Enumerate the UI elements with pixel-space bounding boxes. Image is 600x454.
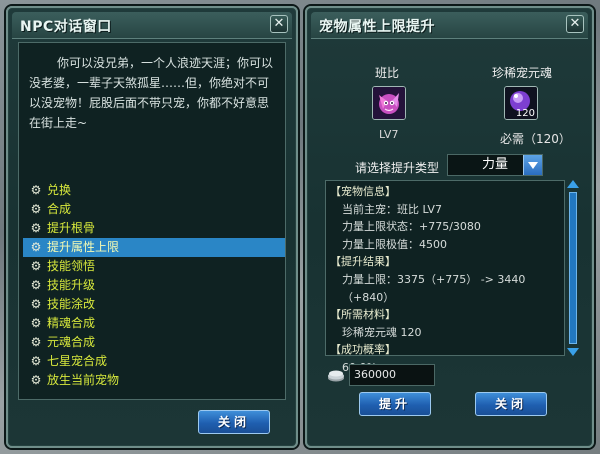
upgrade-type-value: 力量: [482, 157, 509, 172]
upgrade-button[interactable]: 提升: [359, 392, 431, 416]
pet-upgrade-title: 宠物属性上限提升: [319, 19, 435, 35]
npc-dialog-close-icon[interactable]: ✕: [270, 15, 288, 33]
info-value-line: 当前主宠：班比 LV7: [342, 202, 442, 216]
gear-icon: ⚙: [30, 240, 42, 254]
gear-icon: ⚙: [30, 278, 42, 292]
pet-name: 班比: [374, 66, 399, 80]
info-section-header: 【所需材料】: [330, 308, 396, 322]
npc-dialog-titlebar[interactable]: NPC对话窗口 ✕: [12, 12, 292, 39]
npc-option-label: 技能领悟: [47, 259, 96, 273]
npc-dialog-content: 你可以没兄弟，一个人浪迹天涯；你可以没老婆，一辈子天煞孤星……但，你绝对不可以没…: [18, 42, 286, 400]
npc-option-label: 放生当前宠物: [47, 373, 120, 387]
money-amount: 360000: [349, 364, 435, 386]
npc-option-5[interactable]: ⚙ 技能升级: [23, 276, 285, 295]
gear-icon: ⚙: [30, 202, 42, 216]
info-scrollbar[interactable]: [567, 180, 579, 356]
scroll-thumb[interactable]: [569, 192, 577, 344]
npc-option-label: 七星宠合成: [47, 354, 108, 368]
pet-upgrade-titlebar[interactable]: 宠物属性上限提升 ✕: [311, 12, 588, 39]
npc-option-label: 技能升级: [47, 278, 96, 292]
gear-icon: ⚙: [30, 354, 42, 368]
info-value-line: 力量上限：3375（+775） -> 3440（+840）: [342, 272, 526, 304]
npc-option-0[interactable]: ⚙ 兑换: [23, 181, 285, 200]
upgrade-info-box: 【宠物信息】当前主宠：班比 LV7 力量上限状态：+775/3080 力量上限极值：…: [325, 180, 565, 374]
upgrade-info-text: 【宠物信息】当前主宠：班比 LV7 力量上限状态：+775/3080 力量上限极值：…: [330, 183, 564, 377]
npc-dialog-title: NPC对话窗口: [20, 19, 112, 35]
gear-icon: ⚙: [30, 297, 42, 311]
npc-dialog-window: NPC对话窗口 ✕ 你可以没兄弟，一个人浪迹天涯；你可以没老婆，一辈子天煞孤星……: [6, 6, 298, 448]
gear-icon: ⚙: [30, 316, 42, 330]
material-requirement: 必需（120）: [500, 132, 571, 146]
info-section-header: 【宠物信息】: [330, 185, 396, 198]
chevron-down-icon[interactable]: [523, 155, 542, 175]
npc-option-label: 合成: [47, 202, 72, 216]
npc-option-label: 提升属性上限: [47, 240, 120, 254]
purple-orb-icon[interactable]: 120: [504, 86, 538, 120]
upgrade-type-label: 请选择提升类型: [355, 161, 440, 175]
npc-option-6[interactable]: ⚙ 技能涂改: [23, 295, 285, 314]
npc-option-label: 元魂合成: [47, 335, 96, 349]
pet-level: LV7: [379, 128, 399, 141]
pet-upgrade-close-button[interactable]: 关闭: [475, 392, 547, 416]
info-section-header: 【提升结果】: [330, 255, 396, 269]
scroll-up-icon[interactable]: [567, 180, 579, 188]
info-value-line: 珍稀宠元魂 120: [342, 325, 422, 339]
pet-upgrade-close-icon[interactable]: ✕: [566, 15, 584, 33]
npc-intro-text: 你可以没兄弟，一个人浪迹天涯；你可以没老婆，一辈子天煞孤星……但，你绝对不可以没…: [29, 56, 274, 130]
npc-option-7[interactable]: ⚙ 精魂合成: [23, 314, 285, 333]
info-value-line: 力量上限状态：+775/3080: [342, 220, 481, 234]
gear-icon: ⚙: [30, 335, 42, 349]
material-name: 珍稀宠元魂: [491, 66, 552, 80]
npc-option-3[interactable]: ⚙ 提升属性上限: [23, 238, 285, 257]
gear-icon: ⚙: [30, 259, 42, 273]
info-value-line: 力量上限极值：4500: [342, 237, 447, 251]
npc-option-label: 精魂合成: [47, 316, 96, 330]
npc-option-10[interactable]: ⚙ 放生当前宠物: [23, 371, 285, 390]
gear-icon: ⚙: [30, 221, 42, 235]
gear-icon: ⚙: [30, 183, 42, 197]
npc-option-label: 兑换: [47, 183, 72, 197]
npc-option-list: ⚙ 兑换 ⚙ 合成 ⚙ 提升根骨 ⚙ 提升属性上限 ⚙ 技能领悟 ⚙ 技能升级 ⚙ 技能涂改 ⚙ 精魂合成 ⚙ 元…: [23, 181, 285, 390]
npc-option-4[interactable]: ⚙ 技能领悟: [23, 257, 285, 276]
npc-option-8[interactable]: ⚙ 元魂合成: [23, 333, 285, 352]
silver-coins-icon: [328, 370, 344, 382]
upgrade-type-dropdown[interactable]: 力量: [447, 154, 543, 176]
info-section-header: 【成功概率】: [330, 343, 396, 357]
scroll-down-icon[interactable]: [567, 348, 579, 356]
npc-close-button[interactable]: 关闭: [198, 410, 270, 434]
pet-upgrade-window: 宠物属性上限提升 ✕ 班比 LV7 珍稀宠元魂 120 必需（120） 请选择提…: [305, 6, 594, 448]
npc-option-label: 技能涂改: [47, 297, 96, 311]
pink-pet-portrait-icon[interactable]: [372, 86, 406, 120]
npc-option-1[interactable]: ⚙ 合成: [23, 200, 285, 219]
gear-icon: ⚙: [30, 373, 42, 387]
npc-option-9[interactable]: ⚙ 七星宠合成: [23, 352, 285, 371]
material-count: 120: [515, 108, 535, 119]
npc-option-label: 提升根骨: [47, 221, 96, 235]
npc-option-2[interactable]: ⚙ 提升根骨: [23, 219, 285, 238]
